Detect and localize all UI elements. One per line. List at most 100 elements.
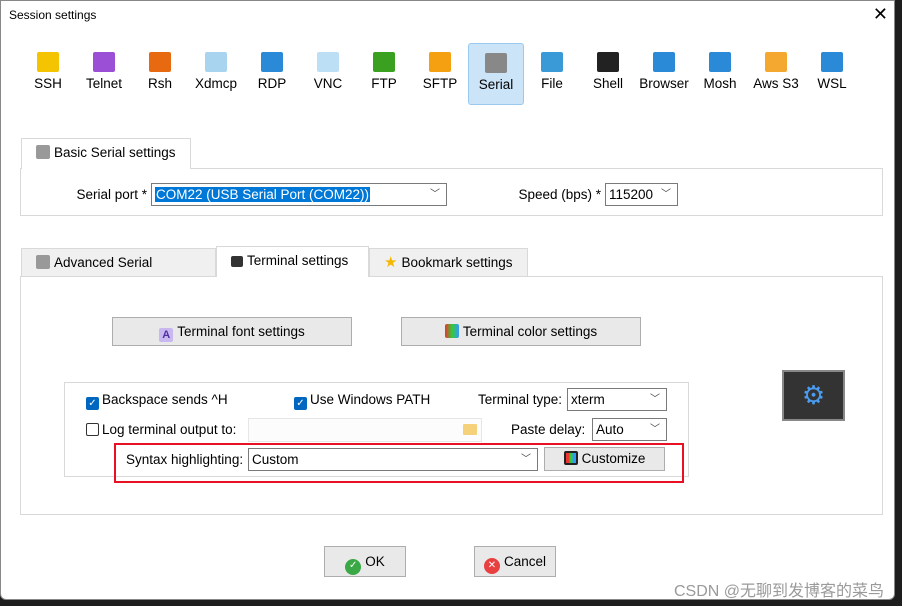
star-icon: ★ [384,254,398,271]
browser-icon [653,52,675,72]
protocol-ssh[interactable]: SSH [20,43,76,105]
chevron-down-icon: ﹀ [650,424,660,435]
protocol-label: SSH [34,76,62,91]
protocol-label: File [541,76,563,91]
protocol-label: Browser [639,76,689,91]
serial-port-select[interactable]: COM22 (USB Serial Port (COM22)) ﹀ [151,183,447,206]
backspace-checkbox[interactable]: ✓ Backspace sends ^H [86,392,228,410]
button-label: Terminal font settings [177,324,305,339]
log-path-input[interactable] [248,418,482,442]
terminal-color-settings-button[interactable]: Terminal color settings [401,317,641,346]
chevron-down-icon: ﹀ [650,394,660,405]
folder-icon[interactable] [463,424,477,435]
ftp-icon [373,52,395,72]
button-label: Terminal color settings [462,324,598,339]
protocol-rsh[interactable]: Rsh [132,43,188,105]
protocol-wsl[interactable]: WSL [804,43,860,105]
tab-basic-serial-settings[interactable]: Basic Serial settings [21,138,191,169]
protocol-label: Rsh [147,76,172,91]
shell-icon [597,52,619,72]
use-windows-path-checkbox[interactable]: ✓ Use Windows PATH [294,392,430,410]
basic-settings-panel: Serial port * COM22 (USB Serial Port (CO… [20,168,883,216]
protocol-label: Mosh [703,76,737,91]
paste-delay-select[interactable]: Auto ﹀ [592,418,667,441]
protocol-label: VNC [313,76,343,91]
chevron-down-icon: ﹀ [430,189,440,200]
protocol-sftp[interactable]: SFTP [412,43,468,105]
plug-icon [36,255,50,269]
protocol-aws-s3[interactable]: Aws S3 [748,43,804,105]
terminal-type-select[interactable]: xterm ﹀ [567,388,667,411]
rsh-icon [149,52,171,72]
tab-bookmark-settings[interactable]: ★ Bookmark settings [369,248,528,277]
palette-icon [444,324,459,338]
checkbox-label: Use Windows PATH [310,392,431,407]
terminal-type-label: Terminal type: [478,392,563,407]
checkbox-label: Backspace sends ^H [102,392,228,407]
paste-delay-label: Paste delay: [511,422,586,437]
protocol-label: Serial [478,77,514,92]
serial-port-value: COM22 (USB Serial Port (COM22)) [155,187,371,202]
wsl-icon [821,52,843,72]
highlight-box [114,443,684,483]
protocol-file[interactable]: File [524,43,580,105]
button-label: OK [365,554,385,569]
vnc-icon [317,52,339,72]
protocol-ftp[interactable]: FTP [356,43,412,105]
terminal-font-settings-button[interactable]: A Terminal font settings [112,317,352,346]
plug-icon [36,145,50,159]
protocol-mosh[interactable]: Mosh [692,43,748,105]
protocol-label: Shell [592,76,624,91]
telnet-icon [93,52,115,72]
protocol-label: FTP [371,76,397,91]
sftp-icon [429,52,451,72]
speed-label: Speed (bps) * [518,187,601,202]
button-label: Cancel [503,554,547,569]
protocol-browser[interactable]: Browser [636,43,692,105]
window-title: Session settings [9,8,97,22]
xdmcp-icon [205,52,227,72]
protocol-rdp[interactable]: RDP [244,43,300,105]
protocol-label: Telnet [85,76,123,91]
close-icon[interactable]: ✕ [873,4,888,25]
checkbox-box [86,423,99,436]
protocol-label: Xdmcp [194,76,238,91]
log-output-checkbox[interactable]: Log terminal output to: [86,422,236,437]
tab-terminal-settings[interactable]: Terminal settings [216,246,369,277]
protocol-label: RDP [257,76,287,91]
protocol-vnc[interactable]: VNC [300,43,356,105]
protocol-label: WSL [817,76,847,91]
tab-label: Terminal settings [247,253,349,268]
checkbox-label: Log terminal output to: [102,422,237,437]
aws-s3-icon [765,52,787,72]
tab-label: Bookmark settings [401,255,513,270]
check-circle-icon: ✓ [345,559,362,575]
tab-label: Basic Serial settings [54,145,176,160]
protocol-serial[interactable]: Serial [468,43,524,105]
serial-port-label: Serial port * [76,187,147,202]
cancel-button[interactable]: ✕ Cancel [474,546,556,577]
font-icon: A [159,328,174,342]
terminal-type-value: xterm [571,392,605,407]
protocol-telnet[interactable]: Telnet [76,43,132,105]
chevron-down-icon: ﹀ [661,189,671,200]
protocol-xdmcp[interactable]: Xdmcp [188,43,244,105]
mosh-icon [709,52,731,72]
tab-advanced-serial-settings[interactable]: Advanced Serial settings [21,248,216,298]
speed-select[interactable]: 115200 ﹀ [605,183,678,206]
protocol-shell[interactable]: Shell [580,43,636,105]
watermark: CSDN @无聊到发博客的菜鸟 [673,583,884,600]
ok-button[interactable]: ✓ OK [324,546,406,577]
paste-delay-value: Auto [596,422,624,437]
gears-icon: ⚙ [782,370,845,421]
session-settings-dialog: Session settings ✕ SSH Telnet Rsh Xdmcp RDP V… [0,0,895,600]
terminal-settings-panel: A Terminal font settings Terminal color s… [20,276,883,515]
protocol-label: Aws S3 [753,76,799,91]
terminal-icon [231,256,243,267]
protocol-label: SFTP [422,76,458,91]
serial-icon [485,53,507,73]
file-icon [541,52,563,72]
check-icon: ✓ [294,397,307,410]
check-icon: ✓ [86,397,99,410]
ssh-icon [37,52,59,72]
